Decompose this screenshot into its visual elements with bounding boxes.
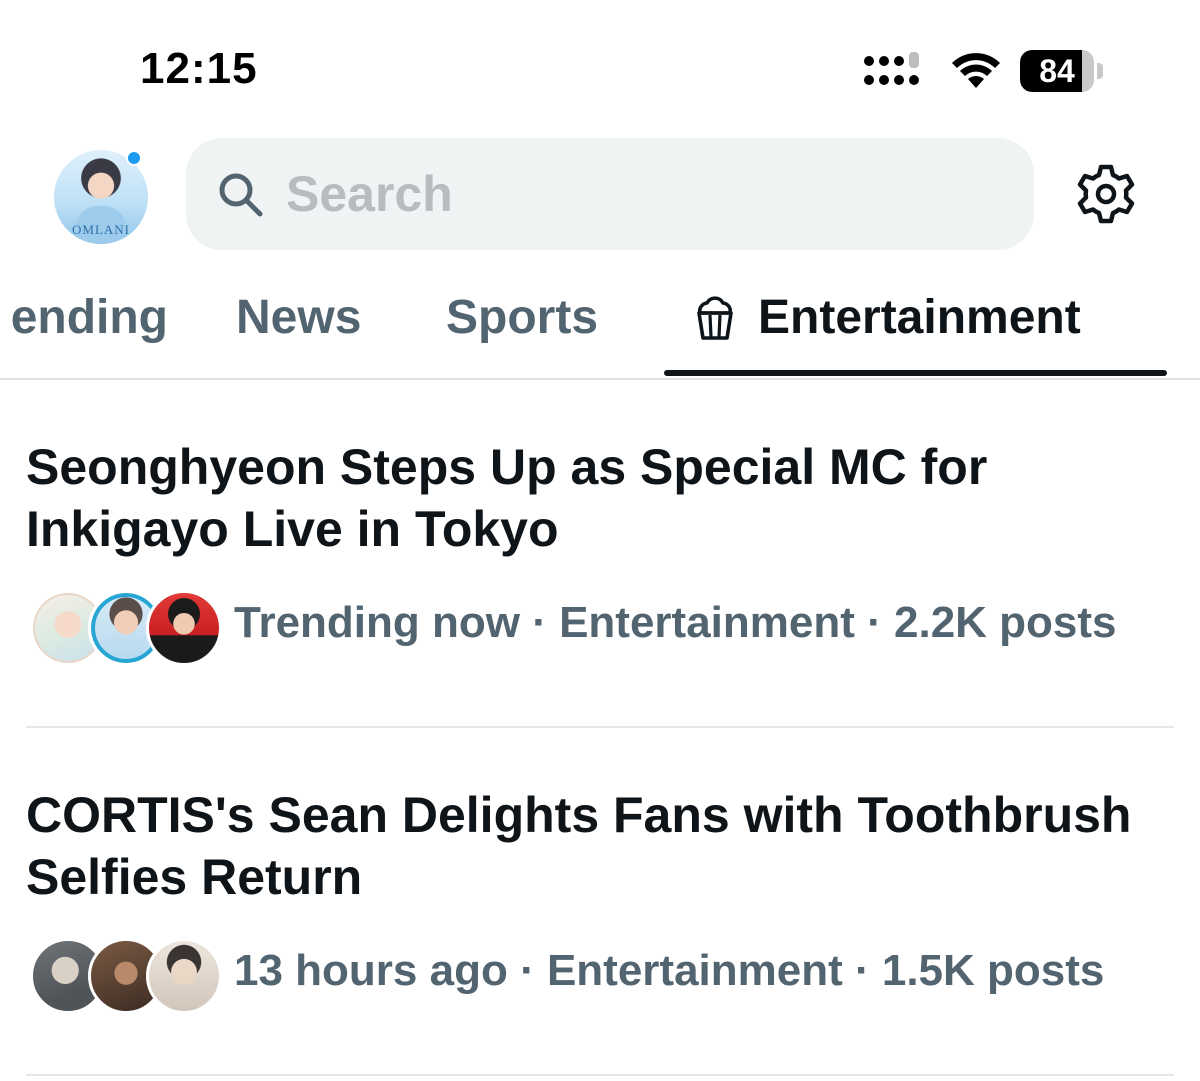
battery-percent: 84	[1039, 53, 1075, 89]
battery-indicator: 84	[1020, 50, 1104, 92]
search-bar[interactable]	[186, 138, 1034, 250]
trend-context: Trending now · Entertainment · 2.2K post…	[234, 598, 1117, 647]
trend-title: CORTIS's Sean Delights Fans with Toothbr…	[26, 787, 1132, 905]
tab-entertainment-label: Entertainment	[758, 291, 1081, 344]
participant-avatar	[146, 590, 222, 666]
search-input[interactable]	[286, 158, 986, 230]
tab-entertainment[interactable]: Entertainment	[692, 290, 1081, 345]
gear-icon[interactable]	[1074, 162, 1138, 226]
tab-trending[interactable]: ending	[11, 290, 168, 345]
trend-context: 13 hours ago · Entertainment · 1.5K post…	[234, 946, 1105, 995]
status-bar: 12:15 84	[0, 0, 1200, 130]
popcorn-icon	[697, 295, 733, 340]
tab-news[interactable]: News	[236, 290, 361, 345]
active-tab-indicator	[664, 370, 1167, 376]
wifi-icon	[952, 53, 1000, 88]
tab-sports[interactable]: Sports	[446, 290, 598, 345]
trend-item[interactable]: CORTIS's Sean Delights Fans with Toothbr…	[0, 728, 1200, 1076]
explore-header: OMLANI	[0, 130, 1200, 260]
notification-dot	[126, 150, 142, 166]
trend-meta: 13 hours ago · Entertainment · 1.5K post…	[30, 938, 1180, 1018]
search-icon	[219, 173, 263, 217]
trend-title: Seonghyeon Steps Up as Special MC for In…	[26, 439, 988, 557]
status-time: 12:15	[140, 44, 258, 93]
divider	[26, 1074, 1174, 1076]
trend-item[interactable]: Seonghyeon Steps Up as Special MC for In…	[0, 380, 1200, 728]
explore-tabs: ending News Sports Entertainment	[0, 262, 1200, 380]
cellular-signal-icon	[864, 52, 919, 85]
trend-meta: Trending now · Entertainment · 2.2K post…	[30, 590, 1180, 670]
participant-avatar	[146, 938, 222, 1014]
